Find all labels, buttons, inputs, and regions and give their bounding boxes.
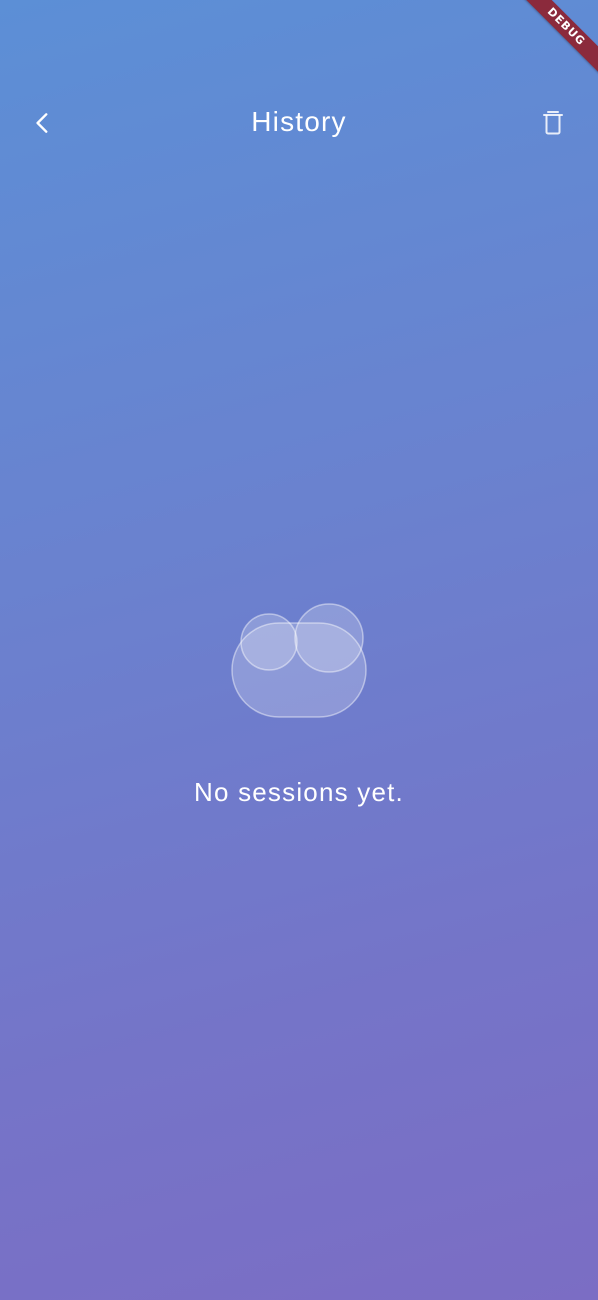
page-title: History bbox=[251, 106, 347, 137]
app-bar: History bbox=[0, 92, 598, 154]
delete-history-button[interactable] bbox=[528, 98, 578, 148]
cloud-icon bbox=[231, 603, 367, 718]
debug-banner-label: DEBUG bbox=[517, 0, 598, 76]
history-screen: History No sessions yet. DEBUG bbox=[0, 0, 598, 1300]
empty-state: No sessions yet. bbox=[0, 595, 598, 808]
debug-banner: DEBUG bbox=[508, 0, 598, 90]
trash-icon bbox=[543, 111, 563, 135]
empty-state-message: No sessions yet. bbox=[194, 777, 404, 807]
